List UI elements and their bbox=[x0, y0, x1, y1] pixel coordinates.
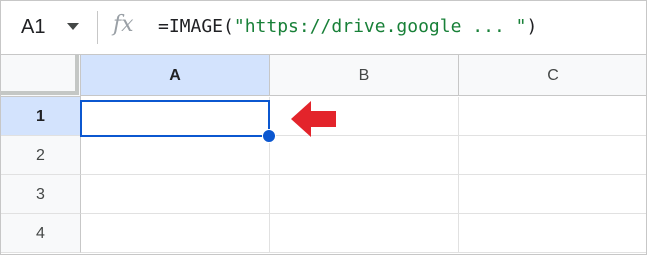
cell-b3[interactable] bbox=[270, 175, 459, 214]
name-box-cell-ref: A1 bbox=[21, 16, 46, 38]
frozen-row-handle[interactable] bbox=[1, 91, 77, 95]
cell-c4[interactable] bbox=[459, 214, 646, 253]
cell-c2[interactable] bbox=[459, 136, 646, 175]
formula-prefix: =IMAGE( bbox=[158, 16, 234, 37]
function-icon: fx bbox=[113, 12, 134, 37]
formula-string-argument: "https://drive.google ... " bbox=[233, 16, 527, 37]
select-all-corner[interactable] bbox=[1, 55, 81, 97]
column-header-a[interactable]: A bbox=[81, 55, 270, 96]
cell-a2[interactable] bbox=[81, 136, 270, 175]
active-cell-outline bbox=[80, 100, 270, 137]
red-arrow-icon bbox=[291, 101, 336, 137]
fill-handle[interactable] bbox=[262, 129, 276, 143]
column-header-c[interactable]: C bbox=[459, 55, 646, 96]
chevron-down-icon[interactable] bbox=[67, 23, 79, 30]
name-box[interactable]: A1 bbox=[1, 1, 97, 54]
formula-bar-divider bbox=[97, 11, 98, 44]
cell-b2[interactable] bbox=[270, 136, 459, 175]
column-header-b[interactable]: B bbox=[270, 55, 459, 96]
cell-a4[interactable] bbox=[81, 214, 270, 253]
spreadsheet-window: A1 fx =IMAGE("https://drive.google ... "… bbox=[0, 0, 647, 255]
sheet-grid: A B C 1 2 3 4 bbox=[1, 55, 646, 254]
frozen-column-handle[interactable] bbox=[75, 55, 79, 95]
row-header-3[interactable]: 3 bbox=[1, 175, 81, 214]
row-header-1[interactable]: 1 bbox=[1, 97, 81, 136]
formula-bar: A1 fx =IMAGE("https://drive.google ... "… bbox=[1, 1, 646, 55]
row-header-2[interactable]: 2 bbox=[1, 136, 81, 175]
formula-suffix: ) bbox=[526, 16, 538, 37]
cell-c1[interactable] bbox=[459, 97, 646, 136]
formula-input[interactable]: =IMAGE("https://drive.google ... ") bbox=[158, 16, 537, 37]
cell-a3[interactable] bbox=[81, 175, 270, 214]
cell-b4[interactable] bbox=[270, 214, 459, 253]
row-header-4[interactable]: 4 bbox=[1, 214, 81, 253]
cell-c3[interactable] bbox=[459, 175, 646, 214]
